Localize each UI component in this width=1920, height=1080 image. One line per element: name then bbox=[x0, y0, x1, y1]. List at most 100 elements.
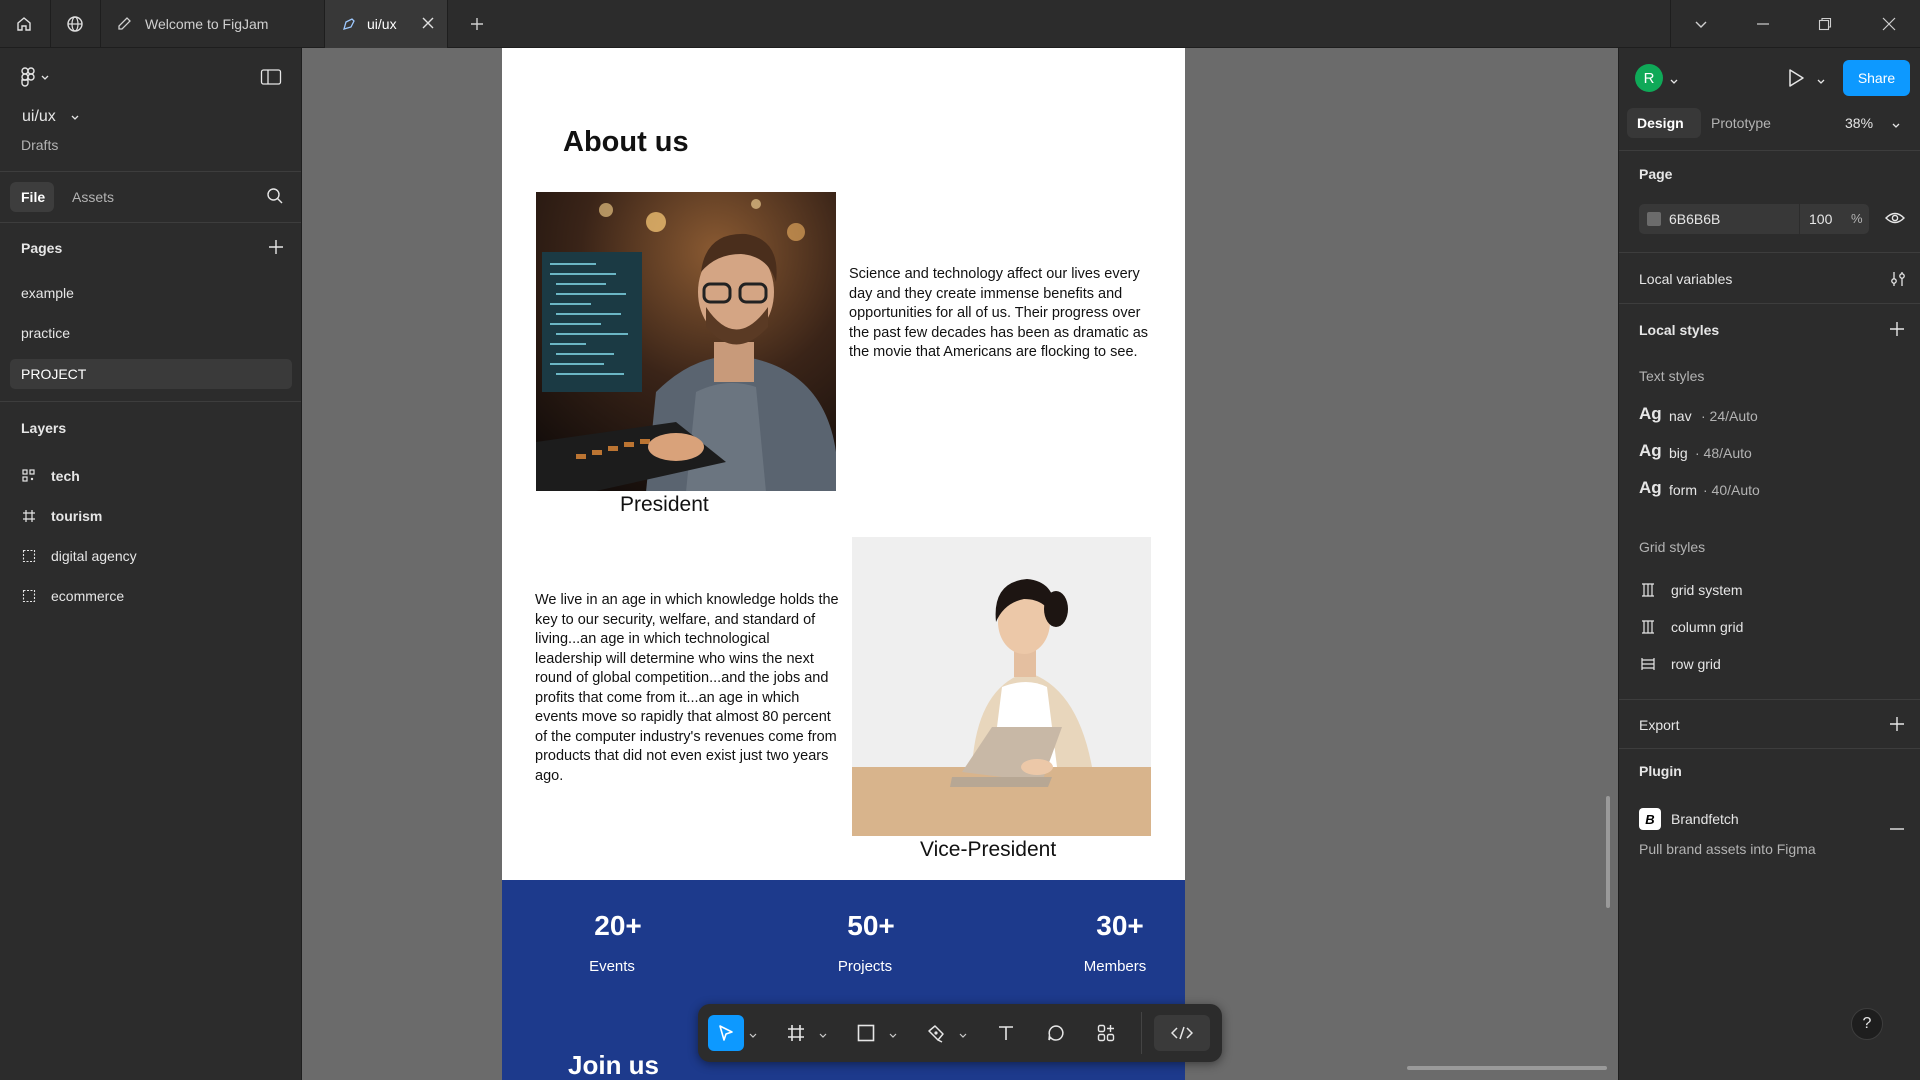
comment-tool-button[interactable] bbox=[1038, 1015, 1074, 1051]
close-tab-icon[interactable] bbox=[421, 16, 435, 30]
text-style-nav[interactable]: Ag nav · 24/Auto bbox=[1639, 404, 1909, 430]
close-window-icon[interactable] bbox=[1864, 0, 1914, 48]
page-item-project[interactable]: PROJECT bbox=[10, 359, 292, 389]
percent-sign: % bbox=[1851, 211, 1863, 226]
visibility-eye-icon[interactable] bbox=[1885, 210, 1905, 231]
file-name-button[interactable]: ui/ux bbox=[22, 108, 80, 126]
chevron-down-icon[interactable] bbox=[1891, 118, 1901, 136]
text-style-spec: · 24/Auto bbox=[1701, 408, 1758, 424]
pen-nib-icon bbox=[926, 1023, 946, 1043]
local-variables-label[interactable]: Local variables bbox=[1639, 271, 1732, 287]
text-style-ag-icon: Ag bbox=[1639, 404, 1662, 423]
text-style-form[interactable]: Ag form · 40/Auto bbox=[1639, 478, 1909, 504]
president-caption: President bbox=[620, 493, 709, 516]
tab-prototype[interactable]: Prototype bbox=[1711, 115, 1771, 131]
code-brackets-icon bbox=[1171, 1025, 1193, 1041]
chevron-down-icon[interactable] bbox=[1676, 0, 1726, 48]
share-button[interactable]: Share bbox=[1843, 60, 1910, 96]
community-globe-icon[interactable] bbox=[51, 0, 99, 48]
tab-file-label: File bbox=[21, 189, 46, 205]
page-item-practice[interactable]: practice bbox=[21, 325, 70, 341]
stat-events-label: Events bbox=[589, 958, 635, 975]
tab-welcome-figjam[interactable]: Welcome to FigJam bbox=[101, 0, 324, 48]
vertical-scrollbar[interactable] bbox=[1606, 796, 1610, 908]
help-button[interactable]: ? bbox=[1851, 1008, 1883, 1040]
tab-design[interactable]: Design bbox=[1627, 108, 1701, 138]
shape-tool-button[interactable] bbox=[848, 1015, 884, 1051]
chevron-down-icon[interactable] bbox=[818, 1028, 828, 1038]
plugin-name[interactable]: Brandfetch bbox=[1671, 811, 1739, 827]
grid-style-label: grid system bbox=[1671, 582, 1743, 598]
tab-assets[interactable]: Assets bbox=[72, 189, 114, 205]
title-bar: Welcome to FigJam ui/ux bbox=[0, 0, 1920, 48]
layers-heading: Layers bbox=[21, 420, 67, 436]
chevron-down-icon[interactable] bbox=[958, 1028, 968, 1038]
remove-plugin-minus-icon[interactable] bbox=[1889, 818, 1905, 836]
restore-window-icon[interactable] bbox=[1800, 0, 1850, 48]
grid-style-column-grid[interactable]: column grid bbox=[1641, 615, 1911, 639]
frame-hash-icon bbox=[786, 1023, 806, 1043]
page-color-hex[interactable]: 6B6B6B bbox=[1669, 211, 1720, 227]
file-location: Drafts bbox=[21, 137, 59, 153]
pen-tool-button[interactable] bbox=[918, 1015, 954, 1051]
move-tool-button[interactable] bbox=[708, 1015, 744, 1051]
variables-sliders-icon[interactable] bbox=[1889, 270, 1907, 293]
text-style-ag-icon: Ag bbox=[1639, 478, 1662, 497]
grid-style-label: column grid bbox=[1671, 619, 1744, 635]
page-opacity-value[interactable]: 100 bbox=[1809, 211, 1832, 227]
join-us-heading: Join us bbox=[568, 1050, 660, 1080]
present-play-icon[interactable] bbox=[1786, 67, 1806, 94]
vice-president-photo bbox=[852, 537, 1151, 836]
layer-item-tourism[interactable]: tourism bbox=[22, 504, 292, 528]
layer-item-tech[interactable]: tech bbox=[22, 464, 292, 488]
horizontal-scrollbar[interactable] bbox=[1407, 1066, 1607, 1070]
layer-label: tourism bbox=[51, 508, 103, 524]
row-grid-icon bbox=[1641, 657, 1655, 671]
text-style-name: big bbox=[1669, 445, 1688, 461]
search-icon[interactable] bbox=[266, 187, 284, 210]
chevron-down-icon[interactable] bbox=[1669, 74, 1679, 92]
add-style-plus-icon[interactable] bbox=[1889, 321, 1905, 342]
chevron-down-icon bbox=[70, 112, 80, 122]
local-styles-heading: Local styles bbox=[1639, 322, 1720, 338]
chevron-down-icon[interactable] bbox=[748, 1028, 758, 1038]
layer-item-digital-agency[interactable]: digital agency bbox=[22, 544, 292, 568]
chevron-down-icon bbox=[40, 72, 50, 82]
frame-icon bbox=[22, 509, 42, 523]
dev-mode-toggle[interactable] bbox=[1154, 1015, 1210, 1051]
grid-style-row-grid[interactable]: row grid bbox=[1641, 652, 1911, 676]
new-tab-plus-icon[interactable] bbox=[453, 0, 501, 48]
grid-style-label: row grid bbox=[1671, 656, 1721, 672]
color-swatch[interactable] bbox=[1647, 212, 1661, 226]
home-icon[interactable] bbox=[0, 0, 48, 48]
toggle-sidebar-icon[interactable] bbox=[260, 68, 282, 91]
zoom-level[interactable]: 38% bbox=[1845, 115, 1873, 131]
left-panel: ui/ux Drafts File Assets Pages example p… bbox=[0, 48, 302, 1080]
text-tool-button[interactable] bbox=[988, 1015, 1024, 1051]
chevron-down-icon[interactable] bbox=[1816, 74, 1826, 92]
page-item-example[interactable]: example bbox=[21, 285, 74, 301]
about-us-frame[interactable]: About us Science and technology affect o… bbox=[502, 48, 1185, 1080]
comment-bubble-icon bbox=[1046, 1023, 1066, 1043]
text-style-big[interactable]: Ag big · 48/Auto bbox=[1639, 441, 1909, 467]
user-avatar[interactable]: R bbox=[1635, 64, 1663, 92]
text-style-name: nav bbox=[1669, 408, 1692, 424]
actions-tool-button[interactable] bbox=[1088, 1015, 1124, 1051]
add-export-plus-icon[interactable] bbox=[1889, 716, 1905, 737]
add-page-plus-icon[interactable] bbox=[268, 239, 284, 260]
page-heading: Page bbox=[1639, 166, 1673, 182]
brandfetch-logo-icon: B bbox=[1639, 808, 1661, 830]
chevron-down-icon[interactable] bbox=[888, 1028, 898, 1038]
tab-ui-ux[interactable]: ui/ux bbox=[325, 0, 447, 48]
page-color-field[interactable]: 6B6B6B 100 % bbox=[1639, 204, 1869, 234]
minimize-icon[interactable] bbox=[1738, 0, 1788, 48]
layer-item-ecommerce[interactable]: ecommerce bbox=[22, 584, 292, 608]
tab-file[interactable]: File bbox=[10, 182, 54, 212]
canvas[interactable]: About us Science and technology affect o… bbox=[302, 48, 1618, 1080]
text-style-ag-icon: Ag bbox=[1639, 441, 1662, 460]
frame-tool-button[interactable] bbox=[778, 1015, 814, 1051]
main-menu-button[interactable] bbox=[20, 66, 50, 88]
component-set-icon bbox=[22, 469, 42, 483]
grid-style-grid-system[interactable]: grid system bbox=[1641, 578, 1911, 602]
plugin-heading: Plugin bbox=[1639, 763, 1682, 779]
